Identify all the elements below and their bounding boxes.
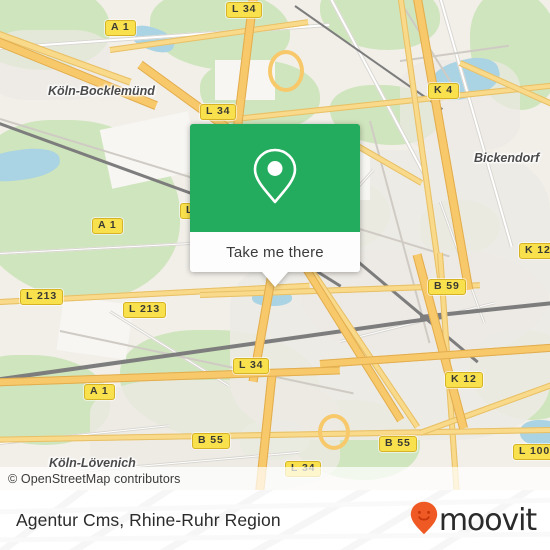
map-attribution-bar: © OpenStreetMap contributors <box>0 467 550 490</box>
interchange-loop <box>318 414 350 450</box>
location-title: Agentur Cms, Rhine-Ruhr Region <box>16 509 281 530</box>
popup-pointer-tail <box>262 272 288 287</box>
road-shield: K 12 <box>445 372 483 388</box>
popup-header <box>190 124 360 232</box>
place-label: Bickendorf <box>474 151 540 165</box>
attribution-text[interactable]: © OpenStreetMap contributors <box>0 472 181 486</box>
road-shield: L 100 <box>513 444 550 460</box>
road-shield: L 34 <box>233 358 270 374</box>
interchange-loop <box>268 50 304 92</box>
road-shield: A 1 <box>105 20 136 36</box>
location-popup-card[interactable]: Take me there <box>190 124 360 287</box>
map-canvas[interactable]: Köln-Bocklemünd Bickendorf Köln-Lövenich… <box>0 0 550 490</box>
road-shield: L 213 <box>20 289 64 305</box>
road-shield: A 1 <box>92 218 123 234</box>
road-shield: A 1 <box>84 384 115 400</box>
road-shield: B 55 <box>192 433 230 449</box>
popup-action-row[interactable]: Take me there <box>190 232 360 272</box>
take-me-there-label: Take me there <box>226 243 324 261</box>
moovit-wordmark: moovit <box>438 502 537 538</box>
moovit-smiley-pin-icon <box>410 501 438 540</box>
road-shield: B 55 <box>379 436 417 452</box>
map-screenshot: Köln-Bocklemünd Bickendorf Köln-Lövenich… <box>0 0 550 550</box>
road-shield: B 59 <box>428 279 466 295</box>
place-label: Köln-Bocklemünd <box>48 84 155 98</box>
road-shield: L 34 <box>200 104 237 120</box>
road-shield: K 12 <box>519 243 550 259</box>
footer-bar: Agentur Cms, Rhine-Ruhr Region moovit <box>0 490 550 550</box>
road-shield: K 4 <box>428 83 460 99</box>
map-pin-icon <box>250 145 300 212</box>
moovit-logo[interactable]: moovit <box>410 501 550 540</box>
road-shield: L 34 <box>226 2 263 18</box>
road-shield: L 213 <box>123 302 167 318</box>
building-block <box>56 295 134 360</box>
